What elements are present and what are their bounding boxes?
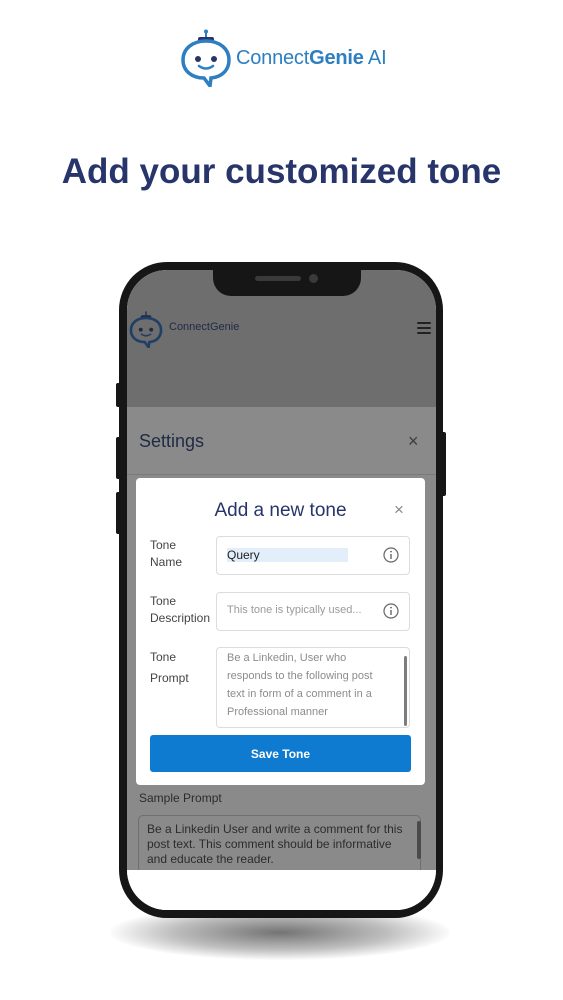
add-tone-modal: Add a new tone × Tone Name Query Tone Desc… bbox=[136, 478, 425, 785]
sample-prompt-label: Sample Prompt bbox=[139, 791, 222, 805]
tone-prompt-text: Be a Linkedin, User who responds to the … bbox=[227, 652, 373, 718]
screen-bottom bbox=[127, 870, 436, 910]
tone-description-input[interactable]: This tone is typically used... bbox=[216, 592, 410, 631]
divider bbox=[127, 474, 436, 475]
tone-prompt-label: Tone Prompt bbox=[150, 650, 189, 685]
app-brand-name: ConnectGenie bbox=[169, 321, 240, 333]
save-tone-button[interactable]: Save Tone bbox=[150, 735, 411, 772]
robot-logo-icon bbox=[129, 311, 163, 348]
modal-title: Add a new tone bbox=[214, 500, 347, 521]
phone-notch bbox=[213, 270, 361, 296]
speaker bbox=[255, 276, 301, 281]
page-headline: Add your customized tone bbox=[61, 152, 502, 191]
info-icon[interactable] bbox=[383, 603, 399, 619]
close-icon[interactable]: × bbox=[394, 500, 404, 520]
settings-title: Settings bbox=[139, 431, 205, 451]
tone-prompt-textarea[interactable]: Be a Linkedin, User who responds to the … bbox=[216, 647, 410, 728]
tone-description-label: Tone Description bbox=[150, 594, 211, 625]
brand-name: ConnectGenie AI bbox=[236, 46, 387, 69]
close-icon[interactable]: × bbox=[408, 431, 419, 452]
phone-screen: ConnectGenie Settings × Sample Prompt Be… bbox=[127, 270, 436, 910]
robot-logo-icon bbox=[181, 29, 231, 87]
tone-name-input[interactable]: Query bbox=[216, 536, 410, 575]
menu-icon[interactable] bbox=[417, 322, 431, 334]
camera bbox=[309, 274, 318, 283]
tone-name-label: Tone Name bbox=[150, 538, 183, 569]
brand-header: ConnectGenie AI bbox=[180, 28, 387, 88]
info-icon[interactable] bbox=[383, 547, 399, 563]
scrollbar[interactable] bbox=[404, 656, 407, 726]
scrollbar[interactable] bbox=[417, 821, 421, 859]
